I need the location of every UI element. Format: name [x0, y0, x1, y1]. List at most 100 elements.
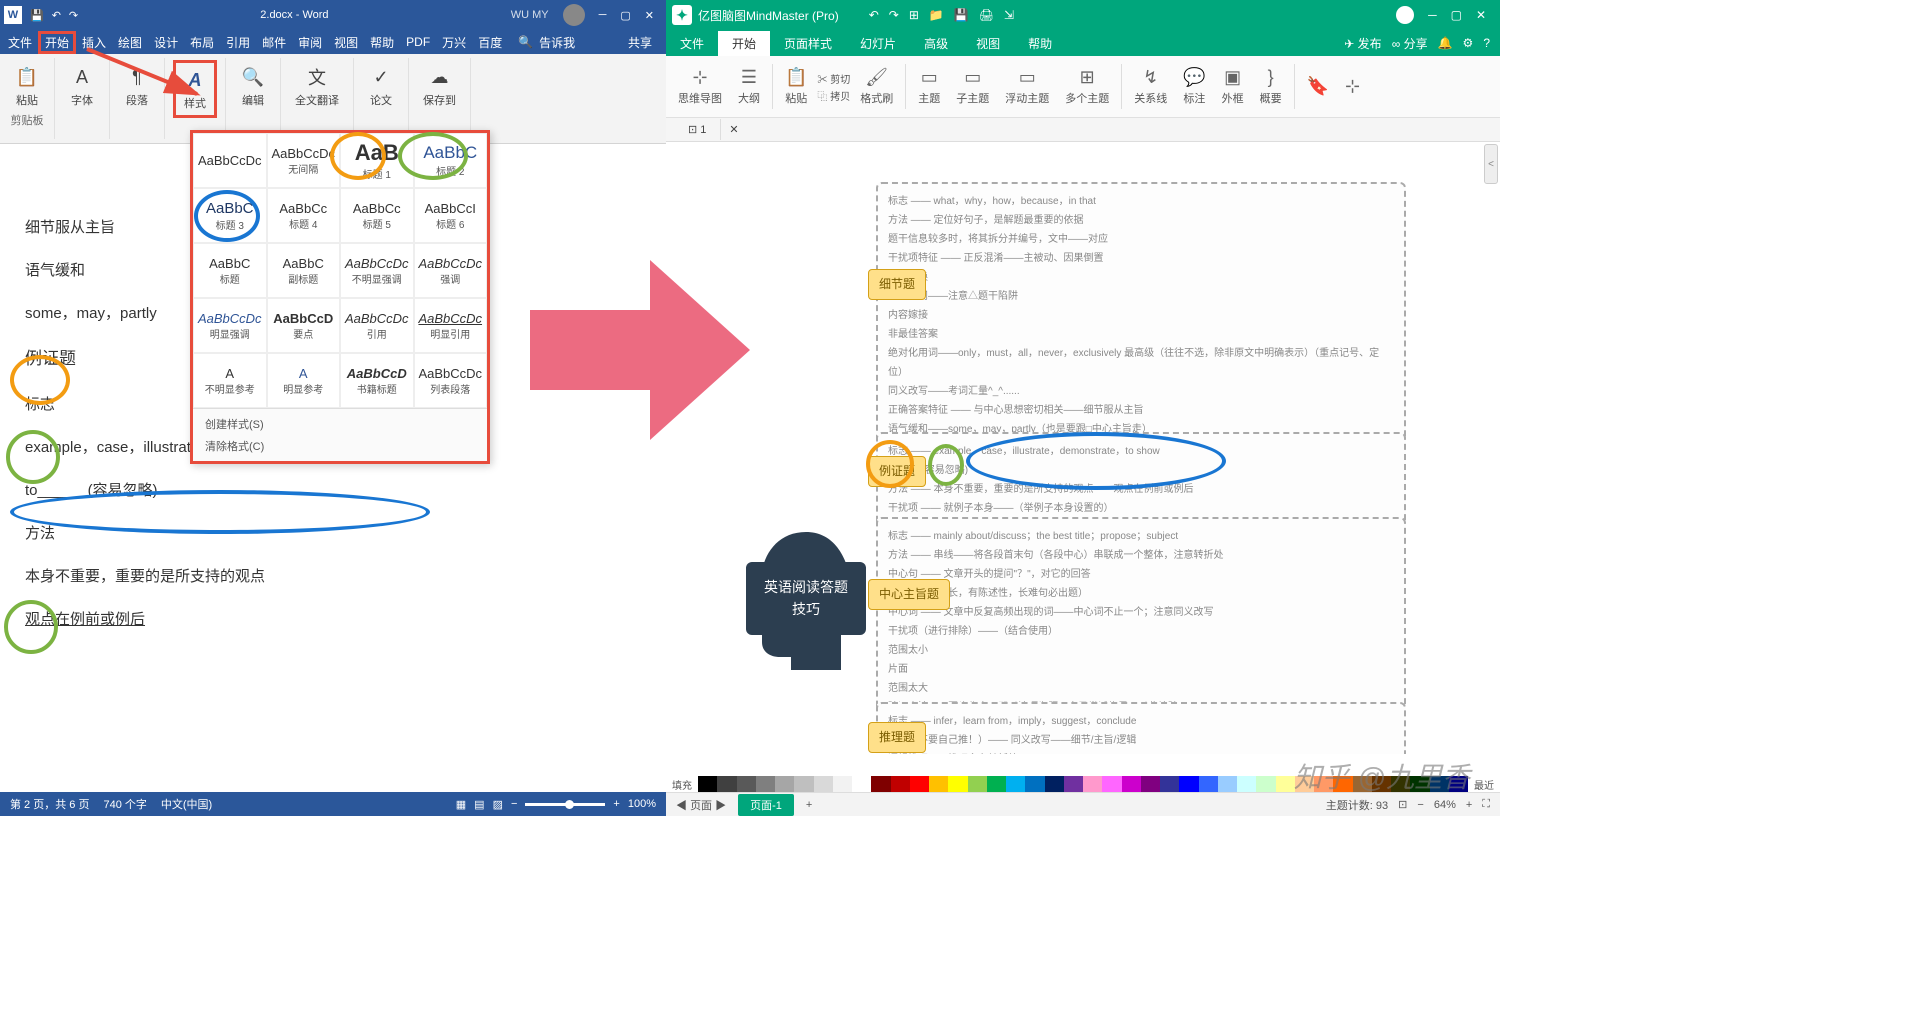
tellme[interactable]: 告诉我 — [533, 32, 581, 53]
search-icon[interactable]: 🔍 — [518, 35, 533, 49]
branch-line[interactable]: 方法（不要自己推！）—— 同义改写——细节/主旨/逻辑 — [888, 731, 1394, 750]
branch-line[interactable]: 中心词 —— 文章中反复高频出现的词——中心词不止一个；注意同义改写 — [888, 603, 1394, 622]
branch-line[interactable]: 正确答案特征 —— 与中心思想密切相关——细节服从主旨 — [888, 401, 1394, 420]
read-icon[interactable]: ▤ — [474, 798, 484, 811]
style-nospacing[interactable]: AaBbCcDc无间隔 — [267, 133, 341, 188]
color-swatch[interactable] — [1102, 776, 1121, 792]
cut-button[interactable]: ✂ 剪切 — [817, 71, 850, 86]
branch-title-central[interactable]: 中心主旨题 — [868, 579, 950, 610]
float-button[interactable]: ▭浮动主题 — [999, 60, 1055, 113]
outline-button[interactable]: ☰大纲 — [732, 60, 766, 113]
branch-infer[interactable]: 推理题 标志 —— infer，learn from，imply，suggest… — [876, 702, 1406, 754]
gear-icon[interactable]: ⚙ — [1463, 36, 1474, 50]
minimize-icon[interactable]: ─ — [1428, 8, 1437, 22]
zoom-out-icon[interactable]: − — [1417, 799, 1423, 811]
style-subtitle[interactable]: AaBbC副标题 — [267, 243, 341, 298]
bell-icon[interactable]: 🔔 — [1438, 36, 1453, 50]
color-swatch[interactable] — [910, 776, 929, 792]
style-intense-ref[interactable]: A明显参考 — [267, 353, 341, 408]
zoom-out-icon[interactable]: − — [511, 798, 517, 810]
fullscreen-icon[interactable]: ⛶ — [1482, 798, 1490, 811]
color-swatch[interactable] — [948, 776, 967, 792]
thesis-button[interactable]: ✓论文 — [362, 60, 400, 112]
page-indicator[interactable]: 第 2 页，共 6 页 — [10, 796, 89, 812]
export-icon[interactable]: ⇲ — [1004, 8, 1014, 22]
branch-line[interactable]: 范围太大 — [888, 679, 1394, 698]
color-swatch[interactable] — [1218, 776, 1237, 792]
zoom-slider[interactable] — [525, 803, 605, 806]
zoom-in-icon[interactable]: + — [1466, 799, 1472, 811]
web-icon[interactable]: ▨ — [493, 798, 503, 811]
avatar[interactable] — [563, 4, 585, 26]
m-menu-page[interactable]: 页面样式 — [770, 31, 846, 56]
branch-line[interactable]: 内容嫁接 — [888, 306, 1394, 325]
style-emphasis[interactable]: AaBbCcDc强调 — [414, 243, 488, 298]
color-swatch[interactable] — [737, 776, 756, 792]
branch-line[interactable]: 方法 —— 串线——将各段首末句（各段中心）串联成一个整体，注意转折处 — [888, 546, 1394, 565]
new-icon[interactable]: ⊞ — [909, 8, 919, 22]
color-swatch[interactable] — [1160, 776, 1179, 792]
m-menu-home[interactable]: 开始 — [718, 31, 770, 56]
clear-format[interactable]: 清除格式(C) — [205, 435, 475, 457]
zoom-value[interactable]: 100% — [628, 798, 656, 810]
color-swatch[interactable] — [871, 776, 890, 792]
color-swatch[interactable] — [756, 776, 775, 792]
menu-view[interactable]: 视图 — [328, 32, 364, 53]
menu-file[interactable]: 文件 — [2, 32, 38, 53]
marker-button[interactable]: 🔖 — [1301, 60, 1335, 113]
subtopic-button[interactable]: ▭子主题 — [950, 60, 995, 113]
color-swatch[interactable] — [698, 776, 717, 792]
add-page-icon[interactable]: + — [806, 799, 812, 811]
relation-button[interactable]: ↯关系线 — [1128, 60, 1173, 113]
color-swatch[interactable] — [1179, 776, 1198, 792]
summary-button[interactable]: }概要 — [1254, 60, 1288, 113]
m-menu-file[interactable]: 文件 — [666, 31, 718, 56]
close-icon[interactable]: ✕ — [1476, 8, 1486, 22]
save-icon[interactable]: 💾 — [30, 9, 44, 22]
color-swatch[interactable] — [891, 776, 910, 792]
color-swatch[interactable] — [814, 776, 833, 792]
publish-button[interactable]: ✈ 发布 — [1344, 35, 1381, 52]
style-subtle-ref[interactable]: A不明显参考 — [193, 353, 267, 408]
branch-line[interactable]: 概念偷换 — [888, 268, 1394, 287]
color-swatch[interactable] — [775, 776, 794, 792]
color-swatch[interactable] — [1064, 776, 1083, 792]
color-swatch[interactable] — [717, 776, 736, 792]
avatar[interactable] — [1396, 6, 1414, 24]
m-menu-view[interactable]: 视图 — [962, 31, 1014, 56]
branch-line[interactable]: 同义改写——考词汇量^_^...... — [888, 382, 1394, 401]
translate-button[interactable]: 文全文翻译 — [289, 60, 345, 112]
edit-button[interactable]: 🔍编辑 — [234, 60, 272, 112]
color-swatch[interactable] — [1237, 776, 1256, 792]
menu-help[interactable]: 帮助 — [364, 32, 400, 53]
branch-line[interactable]: 标志 —— infer，learn from，imply，suggest，con… — [888, 712, 1394, 731]
menu-references[interactable]: 引用 — [220, 32, 256, 53]
struct-button[interactable]: ⊹ — [1339, 60, 1366, 113]
copy-button[interactable]: ⿻ 拷贝 — [817, 88, 850, 103]
color-swatch[interactable] — [1276, 776, 1295, 792]
tab-close-icon[interactable]: ✕ — [721, 123, 746, 136]
open-icon[interactable]: 📁 — [929, 8, 944, 22]
maximize-icon[interactable]: ▢ — [1451, 8, 1462, 22]
paste-button[interactable]: 📋粘贴 — [8, 60, 46, 112]
style-list-paragraph[interactable]: AaBbCcDc列表段落 — [414, 353, 488, 408]
color-swatch[interactable] — [968, 776, 987, 792]
share-button[interactable]: 共享 — [622, 32, 664, 53]
m-menu-advanced[interactable]: 高级 — [910, 31, 962, 56]
zoom-value[interactable]: 64% — [1434, 799, 1456, 811]
color-swatch[interactable] — [1122, 776, 1141, 792]
branch-line[interactable]: 题干信息较多时，将其拆分并编号，文中——对应 — [888, 230, 1394, 249]
branch-line[interactable]: 答非所问——注意△题干陷阱 — [888, 287, 1394, 306]
branch-line[interactable]: 标志 —— mainly about/discuss；the best titl… — [888, 527, 1394, 546]
color-swatch[interactable] — [1006, 776, 1025, 792]
m-menu-slides[interactable]: 幻灯片 — [846, 31, 910, 56]
style-strong[interactable]: AaBbCcD要点 — [267, 298, 341, 353]
color-swatch[interactable] — [987, 776, 1006, 792]
fit-icon[interactable]: ⊡ — [1398, 798, 1407, 811]
share-button[interactable]: ∞ 分享 — [1392, 35, 1428, 52]
mindmap-button[interactable]: ⊹思维导图 — [672, 60, 728, 113]
tab-1[interactable]: ⊡ 1 — [674, 119, 721, 140]
menu-review[interactable]: 审阅 — [292, 32, 328, 53]
color-swatch[interactable] — [1083, 776, 1102, 792]
print-icon[interactable]: 🖨 — [979, 8, 994, 22]
